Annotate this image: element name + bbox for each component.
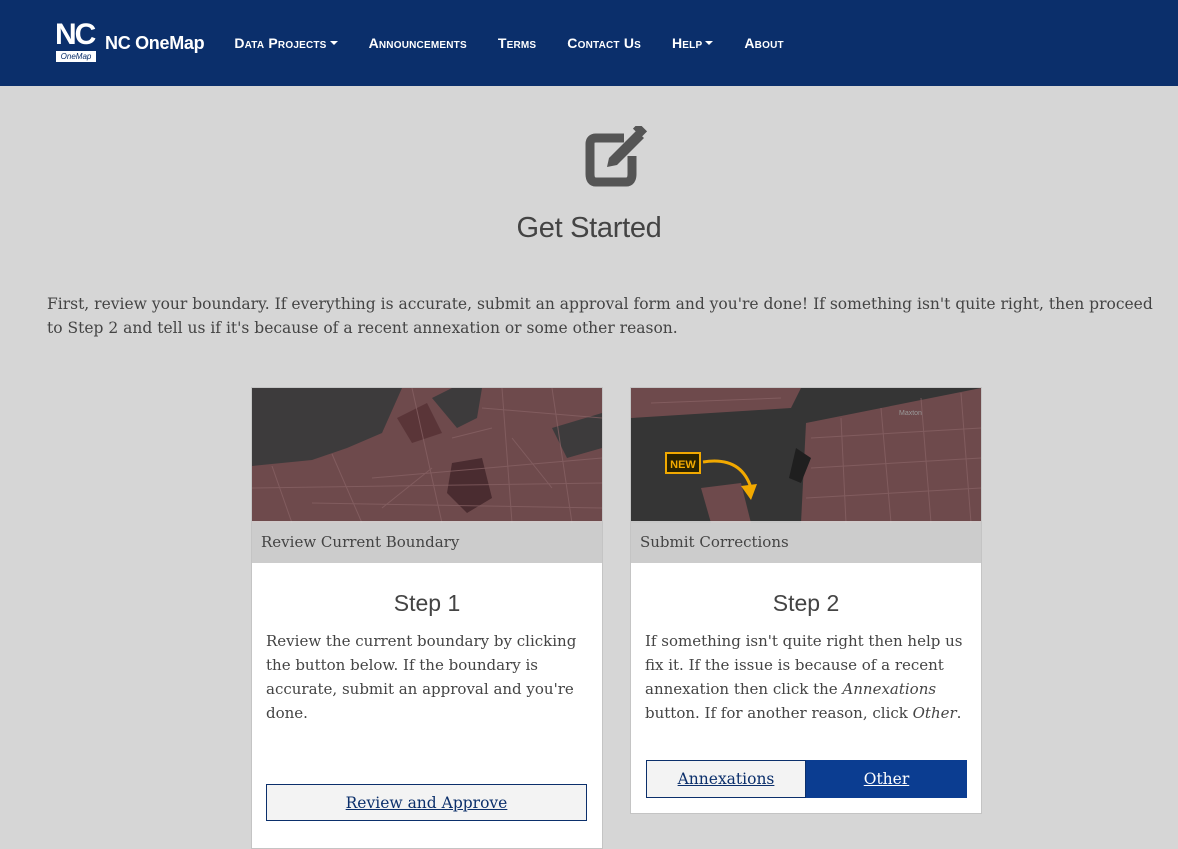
nav-terms[interactable]: Terms [498, 35, 536, 51]
nav-announcements-label: Announcements [368, 35, 467, 51]
step2-text-annexations: Annexations [842, 680, 937, 698]
step2-text-part: . [956, 704, 962, 722]
map-caption: Submit Corrections [631, 521, 981, 563]
caret-down-icon [705, 41, 714, 45]
correction-button-group: Annexations Other [646, 760, 967, 798]
intro-text: First, review your boundary. If everythi… [47, 295, 1153, 337]
step1-title: Step 1 [393, 590, 461, 616]
map-place-label: Maxton [899, 410, 922, 417]
nav-terms-label: Terms [497, 35, 537, 51]
corrections-map-thumbnail: Maxton NEW Submit Corrections [631, 388, 981, 563]
logo-onemap-text: OneMap [56, 51, 96, 62]
nav-help-label: Help [672, 35, 703, 51]
nav-contact-us[interactable]: Contact Us [567, 35, 641, 51]
step1-card: Review Current Boundary Step 1 Review th… [251, 387, 603, 849]
step2-text-part: button. If for another reason, click [645, 704, 913, 722]
nav-help[interactable]: Help [672, 35, 714, 51]
step1-description: Review the current boundary by clicking … [266, 632, 577, 722]
annexations-button[interactable]: Annexations [646, 760, 806, 798]
brand-name: NC OneMap [105, 32, 205, 53]
step2-card: Maxton NEW Submit Corrections Step 2 If … [630, 387, 982, 814]
nav-about[interactable]: About [744, 35, 783, 51]
new-badge: NEW [670, 459, 696, 471]
step2-title: Step 2 [772, 590, 840, 616]
boundary-map-thumbnail: Review Current Boundary [252, 388, 602, 563]
nav-announcements[interactable]: Announcements [369, 35, 467, 51]
map-caption: Review Current Boundary [252, 521, 602, 563]
brand-link[interactable]: NC OneMap NC OneMap [55, 18, 205, 62]
logo-nc-text: NC [55, 18, 96, 51]
nav-data-projects[interactable]: Data Projects [234, 35, 338, 51]
nc-onemap-logo: NC OneMap [55, 18, 97, 62]
nav-contact-us-label: Contact Us [567, 35, 641, 51]
other-button[interactable]: Other [806, 760, 967, 798]
top-navbar: NC OneMap NC OneMap Data Projects Announ… [0, 0, 1178, 86]
caret-down-icon [329, 41, 338, 45]
nav-data-projects-label: Data Projects [234, 35, 327, 51]
edit-square-icon [585, 126, 648, 187]
review-and-approve-button[interactable]: Review and Approve [266, 784, 587, 821]
nav-about-label: About [744, 35, 784, 51]
step2-text-other: Other [912, 704, 957, 722]
step2-description: If something isn't quite right then help… [645, 629, 967, 725]
page-title: Get Started [516, 212, 662, 244]
